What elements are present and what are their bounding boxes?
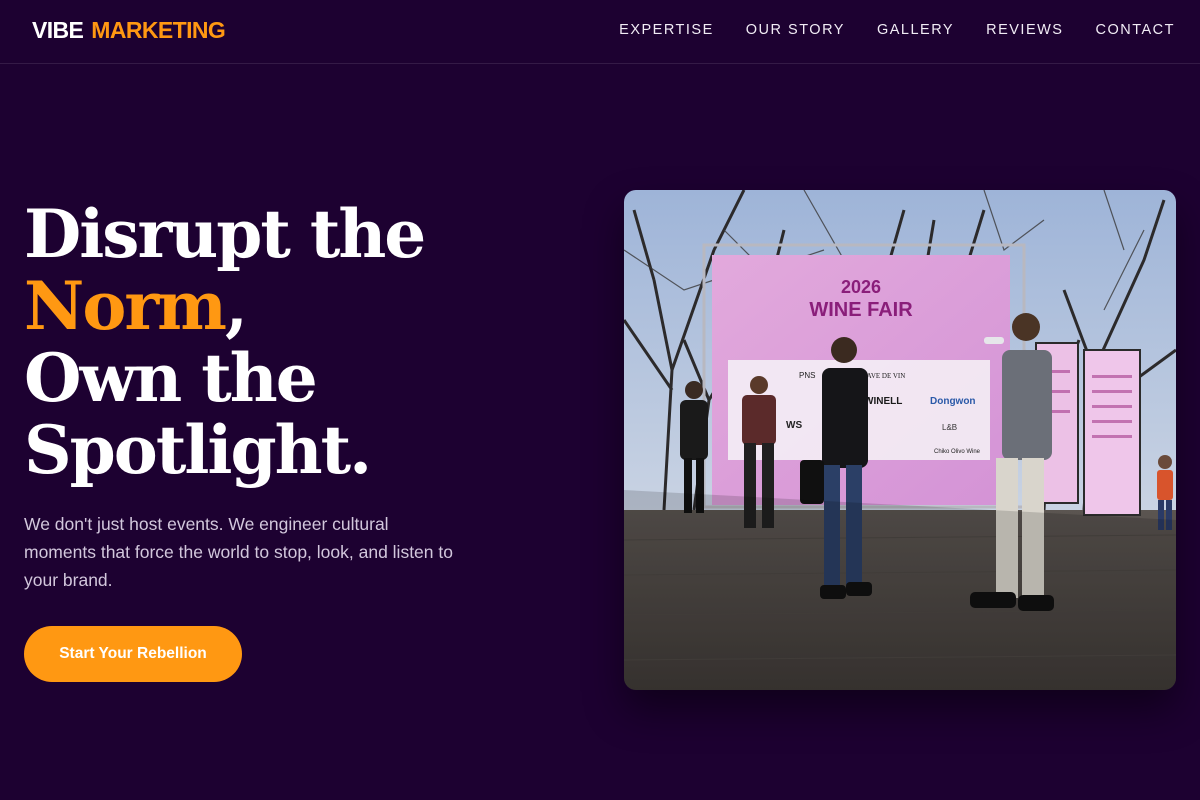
sponsor-pns: PNS [799, 371, 815, 380]
banner-year: 2026 [841, 277, 881, 297]
sponsor-cave-de-vin: CAVE DE VIN [862, 372, 905, 380]
brand-logo[interactable]: VIBE MARKETING [32, 17, 226, 44]
nav-link-expertise[interactable]: EXPERTISE [619, 22, 714, 38]
hero-photo: 2026 WINE FAIR PNS CAVE DE VIN WINELL Do… [624, 190, 1176, 690]
headline-line-4: Spotlight. [24, 411, 372, 489]
wine-fair-photo-illustration: 2026 WINE FAIR PNS CAVE DE VIN WINELL Do… [624, 190, 1176, 690]
nav-link-reviews[interactable]: REVIEWS [986, 22, 1063, 38]
ground-shadow [624, 490, 1176, 690]
sponsor-chiko: Chiko Olivo Wine [934, 449, 981, 455]
brand-word-vibe: VIBE [32, 17, 84, 43]
sponsor-winell: WINELL [864, 396, 902, 407]
hero-headline: Disrupt the Norm, Own the Spotlight. [24, 198, 584, 486]
headline-line-3: Own the [24, 339, 318, 417]
sponsor-lb: L&B [942, 423, 957, 432]
hero-subtitle: We don't just host events. We engineer c… [24, 514, 453, 590]
nav-menu: EXPERTISE OUR STORY GALLERY REVIEWS CONT… [619, 22, 1175, 38]
start-rebellion-button[interactable]: Start Your Rebellion [24, 626, 242, 682]
sponsor-dongwon: Dongwon [930, 396, 976, 407]
info-board-2 [1083, 349, 1141, 516]
headline-line-2: Norm, [24, 270, 584, 342]
headline-comma: , [224, 267, 248, 345]
brand-word-marketing: MARKETING [91, 17, 226, 43]
headline-accent-norm: Norm [24, 267, 227, 345]
nav-link-gallery[interactable]: GALLERY [877, 22, 954, 38]
headline-line-1: Disrupt the [24, 195, 426, 273]
banner-title: WINE FAIR [809, 299, 913, 321]
sponsor-ws: WS [786, 420, 802, 431]
nav-link-contact[interactable]: CONTACT [1095, 22, 1175, 38]
top-nav: VIBE MARKETING EXPERTISE OUR STORY GALLER… [0, 0, 1200, 64]
nav-link-our-story[interactable]: OUR STORY [746, 22, 845, 38]
